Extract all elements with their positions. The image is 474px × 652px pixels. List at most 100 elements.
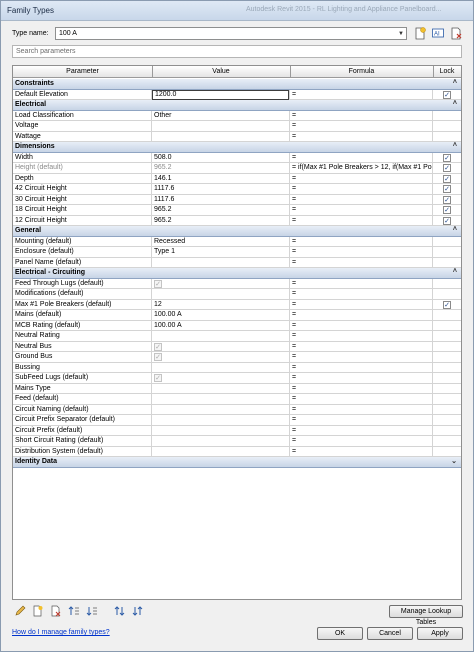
table-row[interactable]: Neutral Rating = [13,331,461,342]
parameter-formula[interactable]: = [290,289,433,299]
edit-parameter-icon[interactable] [14,605,26,617]
table-row[interactable]: Default Elevation 1200.0 = ✓ [13,89,461,100]
table-row[interactable]: Panel Name (default) = [13,257,461,268]
chevron-down-icon[interactable]: ⌄ [451,457,457,465]
group-header[interactable]: General ˄ [13,226,461,237]
parameter-formula[interactable]: = [290,89,433,100]
parameter-value[interactable] [152,131,290,142]
parameter-value[interactable]: 965.2 [152,215,290,226]
lock-checkbox[interactable]: ✓ [443,206,451,214]
column-header-formula[interactable]: Formula [290,68,433,75]
table-row[interactable]: Height (default) 965.2 = if(Max #1 Pole Br… [13,163,461,174]
table-row[interactable]: Distribution System (default) = [13,446,461,457]
sort-descending-icon[interactable] [132,605,144,617]
parameter-formula[interactable]: = [290,184,433,194]
table-row[interactable]: Feed Through Lugs (default) ✓ = [13,278,461,289]
type-name-combo[interactable]: 100 A ▼ [55,27,407,40]
table-row[interactable]: Ground Bus ✓ = [13,352,461,363]
parameter-value[interactable]: 146.1 [152,173,290,184]
table-row[interactable]: MCB Rating (default) 100.00 A = [13,320,461,331]
lock-checkbox[interactable]: ✓ [443,300,451,309]
chevron-up-icon[interactable]: ˄ [453,268,457,275]
table-row[interactable]: 18 Circuit Height 965.2 = ✓ [13,205,461,216]
remove-parameter-icon[interactable] [50,605,62,617]
parameter-formula[interactable]: = [290,278,433,289]
group-header[interactable]: Dimensions ˄ [13,142,461,153]
parameter-value[interactable]: ✓ [152,352,290,362]
table-row[interactable]: 30 Circuit Height 1117.6 = ✓ [13,194,461,205]
value-checkbox[interactable]: ✓ [154,374,162,382]
value-checkbox[interactable]: ✓ [154,279,162,288]
parameter-value[interactable] [152,415,290,425]
table-row[interactable]: 12 Circuit Height 965.2 = ✓ [13,215,461,226]
lock-checkbox[interactable]: ✓ [443,153,451,162]
manage-lookup-tables-button[interactable]: Manage Lookup Tables [389,605,463,626]
parameter-value[interactable]: Recessed [152,236,290,247]
table-row[interactable]: Width 508.0 = ✓ [13,152,461,163]
lock-checkbox[interactable]: ✓ [443,90,451,99]
cancel-button[interactable]: Cancel [367,627,413,640]
parameter-value[interactable] [152,331,290,341]
value-edit-field[interactable]: 1200.0 [152,89,289,100]
parameter-value[interactable]: ✓ [152,373,290,383]
parameter-formula[interactable]: = [290,415,433,425]
table-row[interactable]: Bussing = [13,362,461,373]
lock-checkbox[interactable]: ✓ [443,216,451,225]
chevron-up-icon[interactable]: ˄ [453,226,457,233]
parameter-value[interactable] [152,257,290,268]
parameter-formula[interactable]: = [290,436,433,446]
parameter-formula[interactable]: = [290,247,433,257]
chevron-up-icon[interactable]: ˄ [453,100,457,107]
group-header[interactable]: Constraints ˄ [13,79,461,90]
value-checkbox[interactable]: ✓ [154,342,162,351]
parameter-formula[interactable]: = [290,352,433,362]
parameter-value[interactable]: 965.2 [152,163,290,173]
parameter-value[interactable]: 100.00 A [152,320,290,331]
move-up-icon[interactable] [68,605,80,617]
parameter-value[interactable] [152,394,290,404]
group-header[interactable]: Electrical - Circuiting ˄ [13,268,461,279]
table-row[interactable]: Circuit Naming (default) = [13,404,461,415]
parameter-formula[interactable]: = [290,257,433,268]
parameter-value[interactable]: 100.00 A [152,310,290,320]
column-header-parameter[interactable]: Parameter [13,68,152,75]
parameter-formula[interactable]: = [290,341,433,352]
parameter-value[interactable]: Type 1 [152,247,290,257]
table-row[interactable]: Mounting (default) Recessed = [13,236,461,247]
parameter-formula[interactable]: = [290,299,433,310]
lock-checkbox[interactable]: ✓ [443,185,451,193]
parameter-formula[interactable]: = [290,320,433,331]
parameter-value[interactable] [152,383,290,394]
rename-type-icon[interactable]: AI [431,26,445,40]
group-header[interactable]: Electrical ˄ [13,100,461,111]
parameter-value[interactable]: ✓ [152,341,290,352]
parameter-value[interactable] [152,289,290,299]
parameter-formula[interactable]: = [290,362,433,373]
parameter-value[interactable] [152,425,290,436]
parameter-formula[interactable]: = [290,331,433,341]
table-row[interactable]: SubFeed Lugs (default) ✓ = [13,373,461,384]
value-checkbox[interactable]: ✓ [154,353,162,361]
table-row[interactable]: Short Circuit Rating (default) = [13,436,461,447]
table-row[interactable]: Circuit Prefix Separator (default) = [13,415,461,426]
table-row[interactable]: Modifications (default) = [13,289,461,300]
column-header-lock[interactable]: Lock [433,68,461,75]
parameter-value[interactable]: 1117.6 [152,194,290,205]
parameter-value[interactable] [152,121,290,131]
parameter-formula[interactable]: = [290,152,433,163]
chevron-up-icon[interactable]: ˄ [453,79,457,86]
parameter-formula[interactable]: = [290,446,433,457]
parameter-formula[interactable]: = [290,131,433,142]
parameter-formula[interactable]: = [290,194,433,205]
parameter-value[interactable]: 508.0 [152,152,290,163]
help-link[interactable]: How do I manage family types? [12,629,110,636]
table-row[interactable]: Enclosure (default) Type 1 = [13,247,461,258]
table-row[interactable]: Voltage = [13,121,461,132]
parameter-value[interactable]: Other [152,110,290,121]
ok-button[interactable]: OK [317,627,363,640]
table-row[interactable]: Neutral Bus ✓ = [13,341,461,352]
delete-type-icon[interactable] [449,26,463,40]
table-row[interactable]: 42 Circuit Height 1117.6 = ✓ [13,184,461,195]
parameter-formula[interactable]: = [290,425,433,436]
lock-checkbox[interactable]: ✓ [443,164,451,172]
